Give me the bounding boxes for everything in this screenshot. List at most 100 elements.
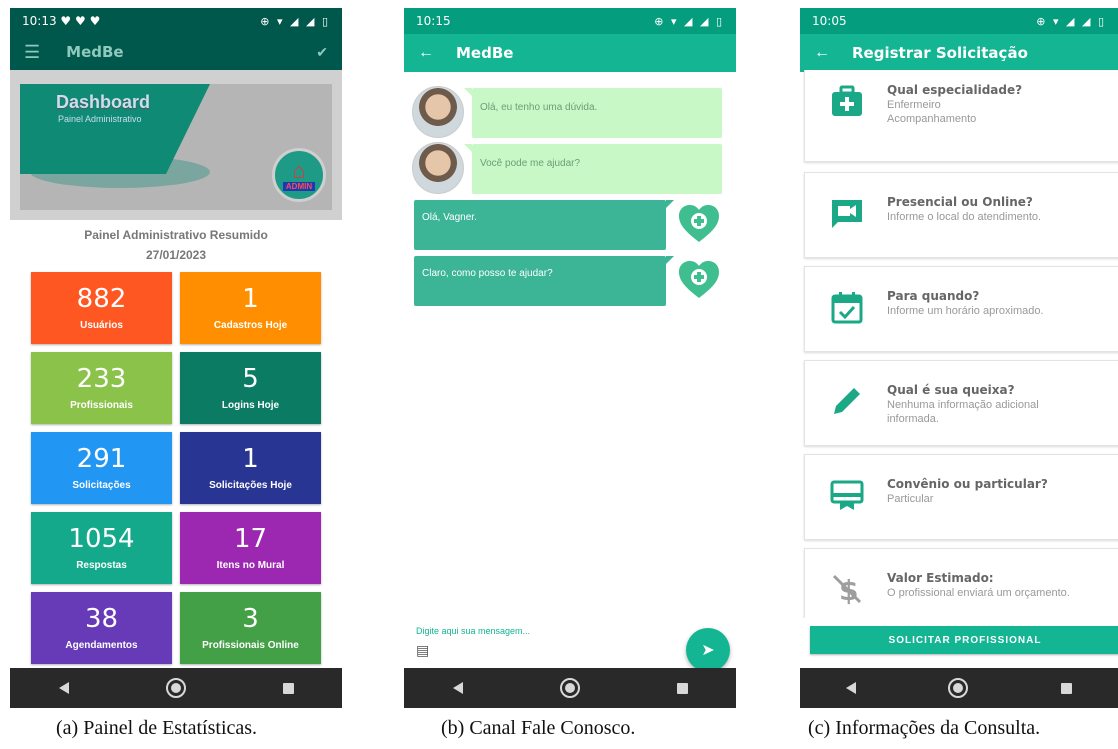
menu-icon[interactable]: ☰	[24, 42, 40, 63]
incoming-message: Olá, eu tenho uma dúvida.	[412, 86, 722, 138]
status-time: 10:05	[812, 14, 847, 28]
system-nav-bar	[10, 668, 342, 708]
request-options-list: Qual especialidade? Enfermeiro Acompanha…	[800, 70, 1118, 618]
heart-plus-icon	[678, 204, 720, 244]
specialty-card[interactable]: Qual especialidade? Enfermeiro Acompanha…	[804, 70, 1118, 162]
heart-plus-icon	[678, 260, 720, 300]
system-nav-bar	[404, 668, 736, 708]
stat-tile-itens-mural[interactable]: 17 Itens no Mural	[180, 512, 321, 584]
request-professional-button[interactable]: SOLICITAR PROFISSIONAL	[810, 626, 1118, 654]
outgoing-bubble: Olá, Vagner.	[414, 200, 674, 250]
app-bar: ☰ MedBe ✔	[10, 34, 342, 70]
banner-subtitle: Painel Administrativo	[58, 114, 142, 124]
card-line: Acompanhamento	[887, 113, 977, 126]
system-icons: ⊕ ▾ ◢ ◢ ▯	[654, 14, 724, 28]
caption-c: (c) Informações da Consulta.	[808, 717, 1041, 739]
system-icons: ⊕ ▾ ◢ ◢ ▯	[1036, 14, 1106, 28]
card-title: Qual especialidade?	[887, 83, 1023, 97]
nav-back-icon[interactable]	[58, 682, 69, 694]
status-bar: 10:05 ⊕ ▾ ◢ ◢ ▯	[800, 8, 1118, 34]
app-bar: ← Registrar Solicitação	[800, 34, 1118, 72]
admin-badge-label: ADMIN	[282, 181, 316, 191]
stats-grid: 882 Usuários 1 Cadastros Hoje 233 Profissio…	[10, 272, 342, 664]
statistics-screen: 10:13 ♥ ♥ ♥ ⊕ ▾ ◢ ◢ ▯ ☰ MedBe ✔ Dashboar…	[10, 8, 342, 708]
app-title: MedBe	[66, 43, 124, 61]
chat-screen: 10:15 ⊕ ▾ ◢ ◢ ▯ ← MedBe Olá, eu tenho um…	[404, 8, 736, 708]
payment-card[interactable]: Convênio ou particular? Particular	[804, 454, 1118, 540]
stat-label: Profissionais	[70, 399, 133, 411]
card-title: Valor Estimado:	[887, 571, 994, 585]
incoming-bubble: Você pode me ajudar?	[464, 144, 722, 194]
stat-label: Respostas	[76, 559, 127, 571]
schedule-card[interactable]: Para quando? Informe um horário aproxima…	[804, 266, 1118, 352]
card-title: Presencial ou Online?	[887, 195, 1033, 209]
card-icon	[829, 477, 865, 513]
stat-label: Itens no Mural	[216, 559, 285, 571]
stat-label: Agendamentos	[65, 639, 138, 651]
summary-title: Painel Administrativo Resumido	[84, 228, 268, 242]
nav-recents-icon[interactable]	[1060, 682, 1072, 694]
system-nav-bar	[800, 668, 1118, 708]
message-icon: ▤	[416, 642, 430, 658]
stat-value: 233	[76, 363, 127, 394]
nav-recents-icon[interactable]	[282, 682, 294, 694]
stat-tile-solicitacoes[interactable]: 291 Solicitações	[31, 432, 172, 504]
avatar	[412, 86, 464, 138]
card-line: O profissional enviará um orçamento.	[887, 587, 1070, 599]
stat-label: Logins Hoje	[221, 399, 280, 411]
stat-tile-agendamentos[interactable]: 38 Agendamentos	[31, 592, 172, 664]
stat-label: Cadastros Hoje	[213, 319, 288, 331]
pencil-icon	[829, 383, 865, 419]
stat-label: Solicitações Hoje	[209, 479, 292, 491]
card-title: Para quando?	[887, 289, 980, 303]
nav-home-icon[interactable]	[165, 678, 186, 698]
card-title: Qual é sua queixa?	[887, 383, 1015, 397]
back-arrow-icon[interactable]: ←	[814, 44, 830, 62]
banner-title: Dashboard	[56, 92, 151, 112]
stat-tile-usuarios[interactable]: 882 Usuários	[31, 272, 172, 344]
back-arrow-icon[interactable]: ←	[418, 44, 434, 62]
stat-tile-profissionais[interactable]: 233 Profissionais	[31, 352, 172, 424]
nav-recents-icon[interactable]	[676, 682, 688, 694]
send-button[interactable]: ➤	[686, 628, 730, 672]
app-bar: ← MedBe	[404, 34, 736, 72]
status-bar: 10:15 ⊕ ▾ ◢ ◢ ▯	[404, 8, 736, 34]
stat-tile-logins-hoje[interactable]: 5 Logins Hoje	[180, 352, 321, 424]
chat-area: Olá, eu tenho uma dúvida. Você pode me a…	[404, 72, 736, 632]
incoming-message: Você pode me ajudar?	[412, 142, 722, 194]
stat-tile-solicitacoes-hoje[interactable]: 1 Solicitações Hoje	[180, 432, 321, 504]
stat-value: 1	[242, 283, 259, 314]
medical-kit-icon	[829, 83, 865, 119]
stat-value: 17	[233, 523, 268, 554]
caption-a: (a) Painel de Estatísticas.	[56, 717, 258, 739]
settings-icon[interactable]: ✔	[316, 44, 328, 61]
stat-value: 38	[84, 603, 119, 634]
outgoing-message: Claro, como posso te ajudar?	[414, 256, 720, 306]
summary-date: 27/01/2023	[145, 248, 207, 262]
send-icon: ➤	[701, 642, 715, 659]
card-line: Enfermeiro	[887, 99, 941, 111]
banner-ellipse	[30, 156, 210, 188]
nav-back-icon[interactable]	[452, 682, 463, 694]
stat-tile-profissionais-online[interactable]: 3 Profissionais Online	[180, 592, 321, 664]
card-line: informada.	[887, 413, 939, 426]
status-time: 10:13	[22, 14, 57, 28]
stat-label: Solicitações	[72, 479, 131, 491]
nav-home-icon[interactable]	[948, 678, 969, 698]
outgoing-message: Olá, Vagner.	[414, 200, 720, 250]
location-card[interactable]: Presencial ou Online? Informe o local do…	[804, 172, 1118, 258]
card-line: Informe um horário aproximado.	[887, 305, 1044, 317]
message-input[interactable]: Digite aqui sua mensagem...	[416, 626, 530, 636]
nav-back-icon[interactable]	[846, 682, 857, 694]
nav-home-icon[interactable]	[559, 678, 580, 698]
stat-value: 1	[242, 443, 259, 474]
card-line: Nenhuma informação adicional	[887, 399, 1039, 411]
estimate-card[interactable]: $ Valor Estimado: O profissional enviará…	[804, 548, 1118, 618]
stat-value: 5	[242, 363, 259, 394]
stat-tile-cadastros-hoje[interactable]: 1 Cadastros Hoje	[180, 272, 321, 344]
complaint-card[interactable]: Qual é sua queixa? Nenhuma informação ad…	[804, 360, 1118, 446]
app-title: Registrar Solicitação	[852, 44, 1028, 62]
caption-b: (b) Canal Fale Conosco.	[441, 717, 636, 739]
calendar-check-icon	[829, 289, 865, 325]
stat-tile-respostas[interactable]: 1054 Respostas	[31, 512, 172, 584]
